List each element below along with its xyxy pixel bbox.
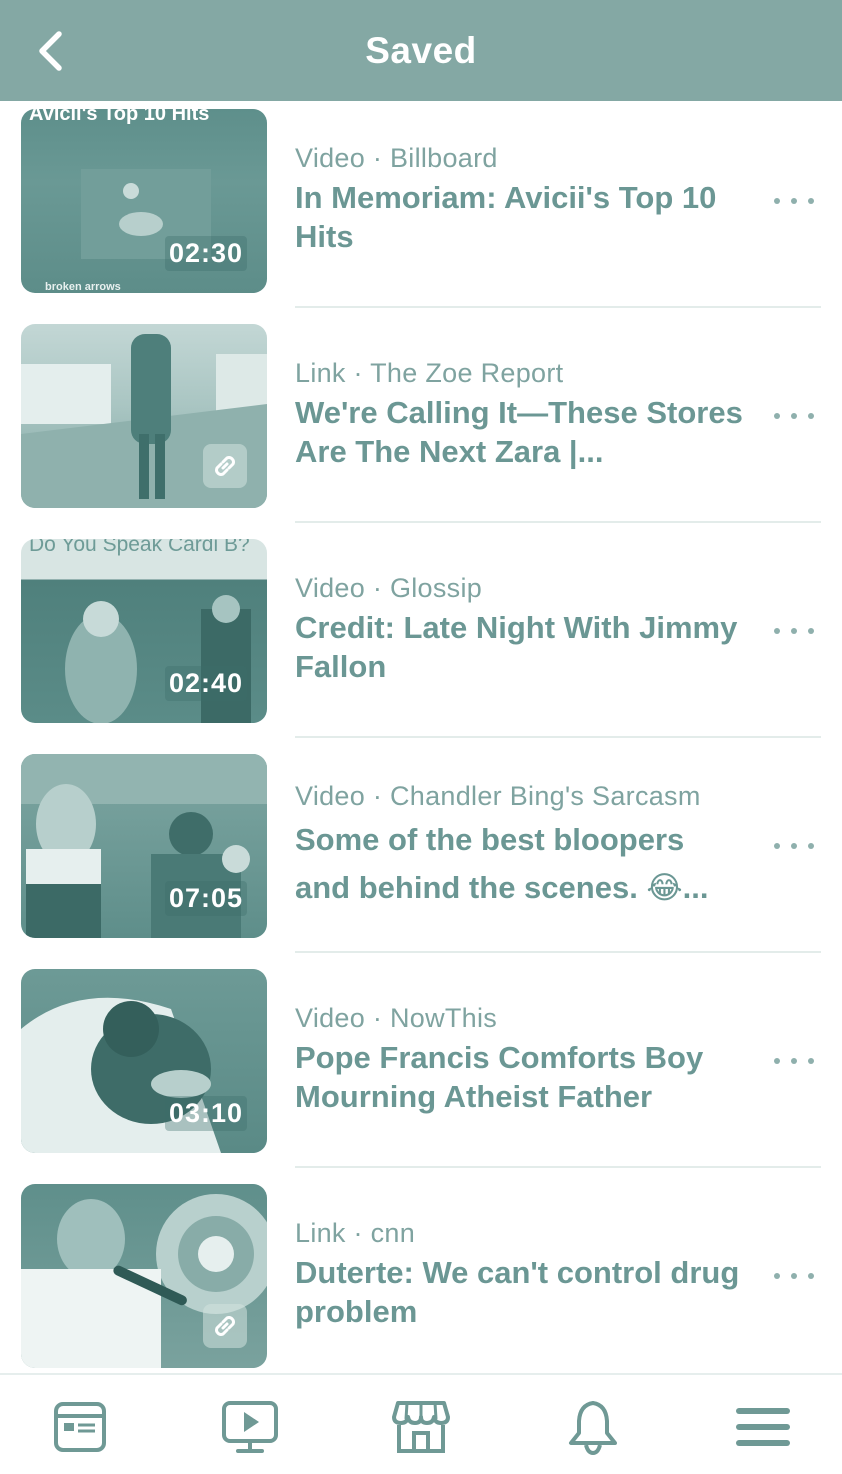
chevron-left-icon — [39, 31, 62, 71]
more-options-button[interactable] — [774, 831, 814, 861]
item-title[interactable]: Pope Francis Comforts Boy Mourning Athei… — [295, 1038, 745, 1116]
video-thumbnail[interactable]: Do You Speak Cardi B? 02:40 — [21, 539, 267, 723]
saved-item[interactable]: 07:05 Video · Chandler Bing's Sarcasm So… — [0, 746, 842, 961]
tab-watch[interactable] — [220, 1397, 280, 1457]
video-duration: 07:05 — [164, 881, 247, 916]
thumbnail-caption: Do You Speak Cardi B? — [29, 539, 250, 556]
more-options-button[interactable] — [774, 1046, 814, 1076]
item-title[interactable]: Some of the best bloopers and behind the… — [295, 816, 745, 912]
more-options-button[interactable] — [774, 186, 814, 216]
video-duration: 02:40 — [164, 666, 247, 701]
more-horizontal-icon — [774, 1058, 780, 1064]
more-horizontal-icon — [774, 628, 780, 634]
item-meta: Video · Glossip — [295, 573, 483, 603]
item-meta: Video · Billboard — [295, 143, 498, 173]
more-horizontal-icon — [774, 413, 780, 419]
tab-menu[interactable] — [733, 1397, 793, 1457]
saved-item[interactable]: Do You Speak Cardi B? 02:40 Video · Glos… — [0, 531, 842, 746]
divider — [295, 1166, 821, 1168]
video-duration: 03:10 — [164, 1096, 247, 1131]
saved-items-list: Avicii's Top 10 Hits broken arrows 02:30… — [0, 101, 842, 1373]
more-horizontal-icon — [774, 198, 780, 204]
bottom-tab-bar — [0, 1373, 842, 1474]
top-nav-bar: Saved — [0, 0, 842, 101]
bell-icon — [569, 1401, 617, 1455]
hamburger-menu-icon — [736, 1408, 790, 1446]
saved-item[interactable]: Link · The Zoe Report We're Calling It—T… — [0, 316, 842, 531]
back-button[interactable] — [30, 28, 70, 74]
divider — [295, 521, 821, 523]
item-meta: Video · Chandler Bing's Sarcasm — [295, 781, 701, 811]
link-thumbnail[interactable] — [21, 324, 267, 508]
link-icon — [215, 1316, 235, 1336]
item-meta: Video · NowThis — [295, 1003, 498, 1033]
link-icon — [215, 456, 235, 476]
news-feed-icon — [54, 1402, 106, 1452]
saved-item[interactable]: Avicii's Top 10 Hits broken arrows 02:30… — [0, 101, 842, 316]
link-badge — [203, 1304, 247, 1348]
tab-news-feed[interactable] — [50, 1397, 110, 1457]
item-title[interactable]: Duterte: We can't control drug problem — [295, 1253, 745, 1331]
more-options-button[interactable] — [774, 616, 814, 646]
more-horizontal-icon — [774, 1273, 780, 1279]
video-thumbnail[interactable]: 07:05 — [21, 754, 267, 938]
more-horizontal-icon — [774, 843, 780, 849]
tab-marketplace[interactable] — [391, 1397, 451, 1457]
divider — [295, 736, 821, 738]
item-title[interactable]: In Memoriam: Avicii's Top 10 Hits — [295, 178, 745, 256]
item-title[interactable]: We're Calling It—These Stores Are The Ne… — [295, 393, 745, 471]
saved-item[interactable]: 03:10 Video · NowThis Pope Francis Comfo… — [0, 961, 842, 1176]
thumbnail-subcaption: broken arrows — [45, 281, 121, 293]
video-thumbnail[interactable]: 03:10 — [21, 969, 267, 1153]
saved-item[interactable]: Link · cnn Duterte: We can't control dru… — [0, 1176, 842, 1373]
tab-notifications[interactable] — [563, 1397, 623, 1457]
more-options-button[interactable] — [774, 1261, 814, 1291]
more-options-button[interactable] — [774, 401, 814, 431]
divider — [295, 951, 821, 953]
video-thumbnail[interactable]: Avicii's Top 10 Hits broken arrows 02:30 — [21, 109, 267, 293]
link-badge — [203, 444, 247, 488]
video-play-icon — [222, 1401, 278, 1453]
video-duration: 02:30 — [164, 236, 247, 271]
page-title: Saved — [365, 29, 477, 71]
item-meta: Link · The Zoe Report — [295, 358, 564, 388]
storefront-icon — [392, 1401, 450, 1453]
item-meta: Link · cnn — [295, 1218, 416, 1248]
thumbnail-photo — [65, 595, 251, 723]
divider — [295, 306, 821, 308]
thumbnail-caption: Avicii's Top 10 Hits — [29, 109, 210, 125]
link-thumbnail[interactable] — [21, 1184, 267, 1368]
item-title[interactable]: Credit: Late Night With Jimmy Fallon — [295, 608, 745, 686]
